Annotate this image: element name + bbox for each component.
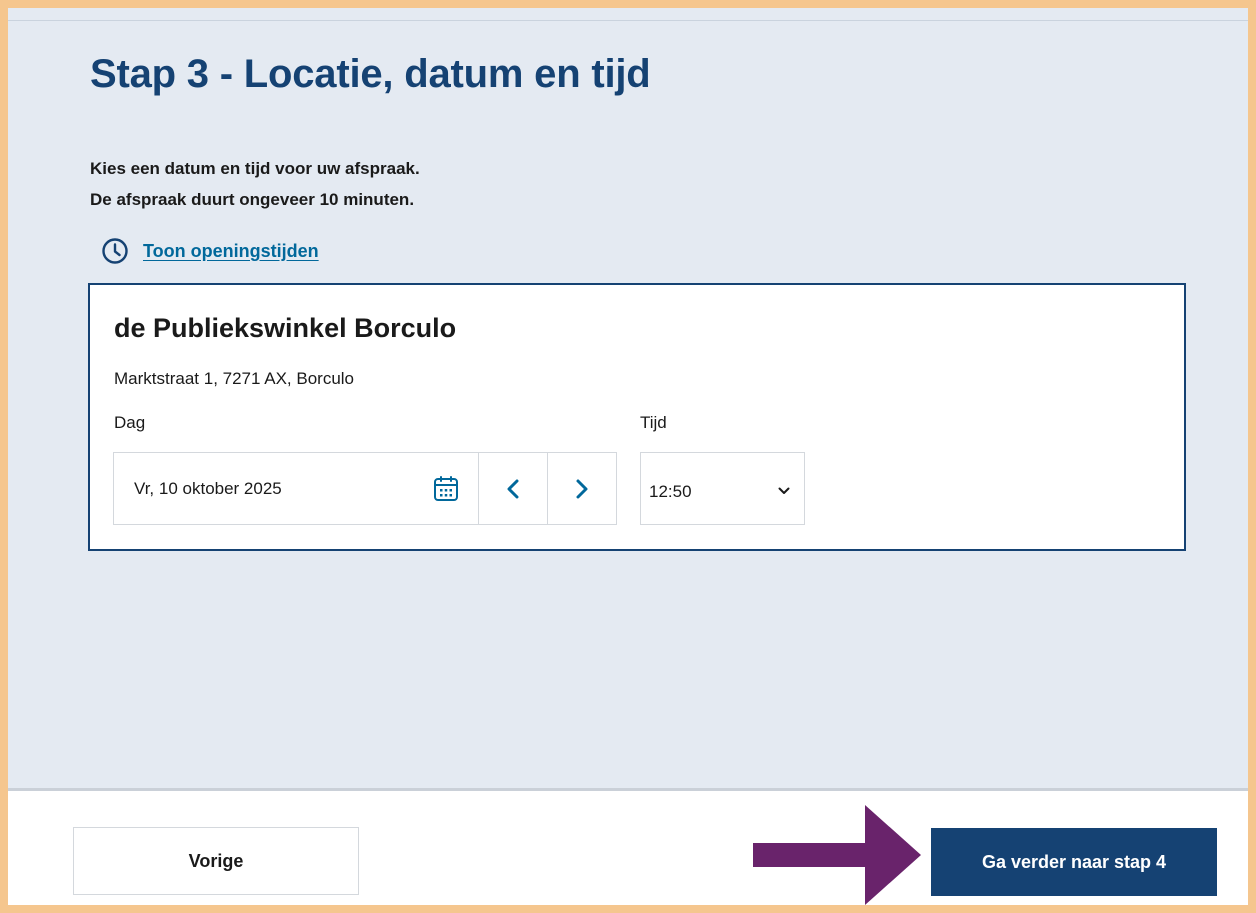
step-navigation-footer: Vorige Ga verder naar stap 4 xyxy=(8,788,1248,905)
time-select[interactable]: 12:50 xyxy=(640,452,805,525)
intro-text: Kies een datum en tijd voor uw afspraak.… xyxy=(90,153,420,215)
page-title: Stap 3 - Locatie, datum en tijd xyxy=(90,52,651,96)
calendar-icon[interactable] xyxy=(432,475,460,503)
continue-to-step-4-button[interactable]: Ga verder naar stap 4 xyxy=(931,828,1217,896)
show-opening-hours-label: Toon openingstijden xyxy=(143,240,319,261)
clock-icon xyxy=(102,238,128,264)
intro-line-choose: Kies een datum en tijd voor uw afspraak. xyxy=(90,159,420,178)
date-picker: Vr, 10 oktober 2025 xyxy=(113,452,617,525)
next-day-button[interactable] xyxy=(548,452,617,525)
show-opening-hours-link[interactable]: Toon openingstijden xyxy=(100,236,319,266)
location-card: de Publiekswinkel Borculo Marktstraat 1,… xyxy=(88,283,1186,551)
appointment-page: Stap 3 - Locatie, datum en tijd Kies een… xyxy=(8,8,1248,905)
date-value: Vr, 10 oktober 2025 xyxy=(134,478,282,498)
day-label: Dag xyxy=(114,413,146,432)
arrow-right-icon xyxy=(753,805,921,905)
chevron-down-icon xyxy=(778,487,790,494)
location-name: de Publiekswinkel Borculo xyxy=(114,313,457,343)
divider xyxy=(8,20,1248,21)
location-address: Marktstraat 1, 7271 AX, Borculo xyxy=(114,369,355,388)
chevron-right-icon xyxy=(576,479,588,498)
previous-button[interactable]: Vorige xyxy=(73,827,359,895)
time-value: 12:50 xyxy=(649,481,692,501)
previous-day-button[interactable] xyxy=(479,452,548,525)
date-field[interactable]: Vr, 10 oktober 2025 xyxy=(113,452,479,525)
intro-line-duration: De afspraak duurt ongeveer 10 minuten. xyxy=(90,190,415,209)
chevron-left-icon xyxy=(507,479,519,498)
time-label: Tijd xyxy=(640,413,667,432)
